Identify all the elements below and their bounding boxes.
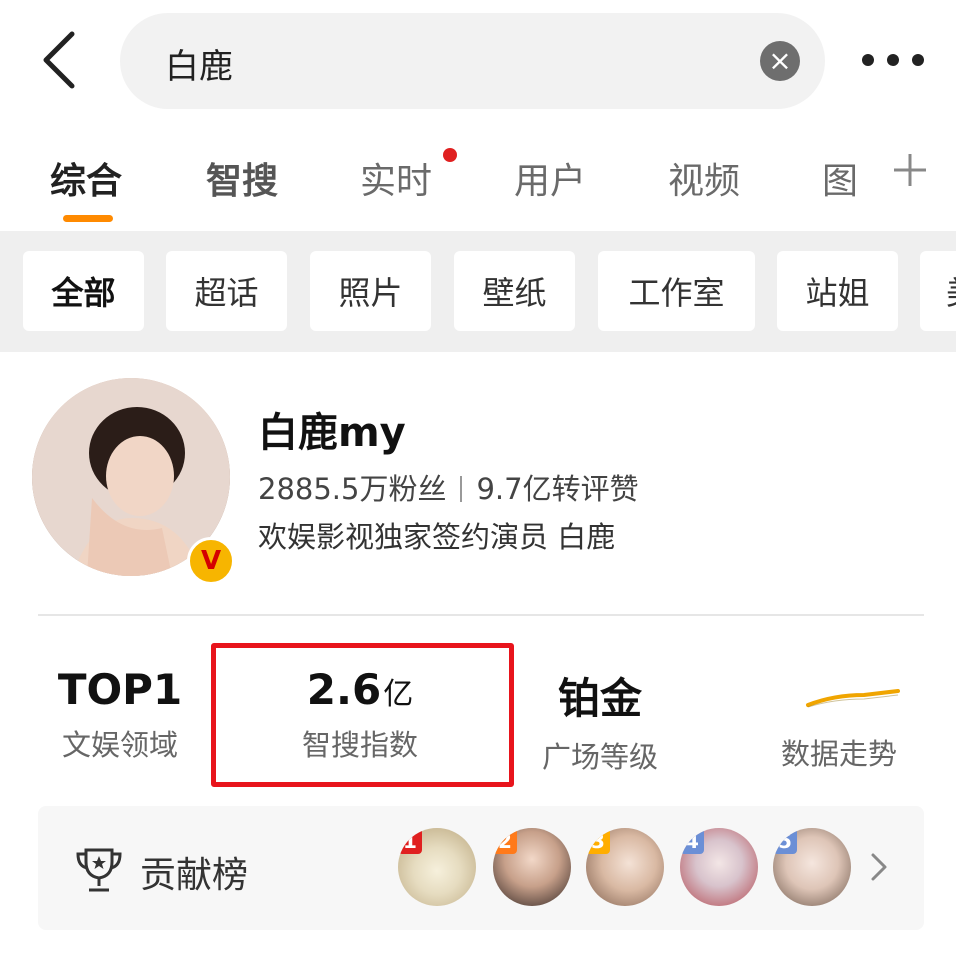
tab-comprehensive[interactable]: 综合: [50, 152, 122, 204]
section-divider: [38, 614, 924, 616]
search-input[interactable]: 白鹿: [165, 39, 233, 88]
more-options-button[interactable]: [862, 48, 924, 72]
level-label: 广场等级: [541, 740, 658, 774]
verified-badge: V: [187, 537, 235, 585]
filter-chip-photos[interactable]: 照片: [310, 251, 431, 331]
rank-metric[interactable]: TOP1 文娱领域: [40, 665, 200, 764]
dot-icon: [887, 54, 899, 66]
rank-badge: 5: [773, 828, 797, 854]
tab-videos[interactable]: 视频: [668, 152, 740, 204]
trend-metric[interactable]: 数据走势: [764, 665, 914, 773]
level-metric[interactable]: 铂金 广场等级: [520, 665, 680, 776]
stats-divider: [460, 476, 463, 502]
filter-chip-fansite[interactable]: 站姐: [777, 251, 898, 331]
profile-stats: 2885.5万粉丝 9.7亿转评赞: [258, 466, 639, 508]
dot-icon: [912, 54, 924, 66]
contribution-ranking[interactable]: 贡献榜 1 2 3 4 5: [38, 806, 924, 930]
notification-dot: [443, 148, 457, 162]
rank-avatar-5[interactable]: 5: [773, 828, 851, 906]
rank-label: 文娱领域: [61, 728, 178, 762]
trend-sparkline-icon: [806, 689, 900, 708]
clear-search-button[interactable]: ×: [760, 41, 800, 81]
rank-avatar-4[interactable]: 4: [680, 828, 758, 906]
tab-realtime[interactable]: 实时: [360, 152, 432, 204]
rank-badge: 2: [493, 828, 517, 854]
highlight-annotation-box: [211, 643, 514, 787]
back-button[interactable]: [38, 30, 88, 90]
filter-chip-studio[interactable]: 工作室: [598, 251, 755, 331]
filter-chip-supertopic[interactable]: 超话: [166, 251, 287, 331]
rank-avatar-2[interactable]: 2: [493, 828, 571, 906]
contribution-label: 贡献榜: [140, 855, 249, 896]
rank-badge: 4: [680, 828, 704, 854]
tab-users[interactable]: 用户: [514, 152, 586, 204]
tab-images[interactable]: 图: [822, 152, 858, 204]
tab-smart-search[interactable]: 智搜: [206, 152, 278, 204]
filter-chip-all[interactable]: 全部: [23, 251, 144, 331]
trophy-icon: [74, 846, 124, 894]
profile-description: 欢娱影视独家签约演员 白鹿: [258, 520, 616, 554]
filter-chip-more[interactable]: 美: [920, 251, 956, 331]
rank-badge: 1: [398, 828, 422, 854]
profile-name[interactable]: 白鹿my: [258, 400, 406, 458]
add-tab-button[interactable]: [892, 152, 928, 188]
level-value: 铂金: [557, 674, 642, 723]
chevron-right-icon[interactable]: [870, 852, 888, 882]
close-icon: ×: [768, 44, 792, 77]
plus-icon: [894, 154, 926, 186]
rank-avatar-3[interactable]: 3: [586, 828, 664, 906]
fans-count: 2885.5万粉丝: [258, 472, 447, 506]
active-tab-indicator: [63, 215, 113, 222]
rank-value: TOP1: [57, 665, 183, 714]
filter-bar: 全部 超话 照片 壁纸 工作室 站姐 美: [0, 231, 956, 352]
rank-badge: 3: [586, 828, 610, 854]
interactions-count: 9.7亿转评赞: [476, 472, 639, 506]
search-bar[interactable]: 白鹿 ×: [120, 13, 825, 109]
filter-chip-wallpaper[interactable]: 壁纸: [454, 251, 575, 331]
dot-icon: [862, 54, 874, 66]
trend-label: 数据走势: [780, 737, 897, 771]
chevron-left-icon: [43, 31, 75, 89]
rank-avatar-1[interactable]: 1: [398, 828, 476, 906]
